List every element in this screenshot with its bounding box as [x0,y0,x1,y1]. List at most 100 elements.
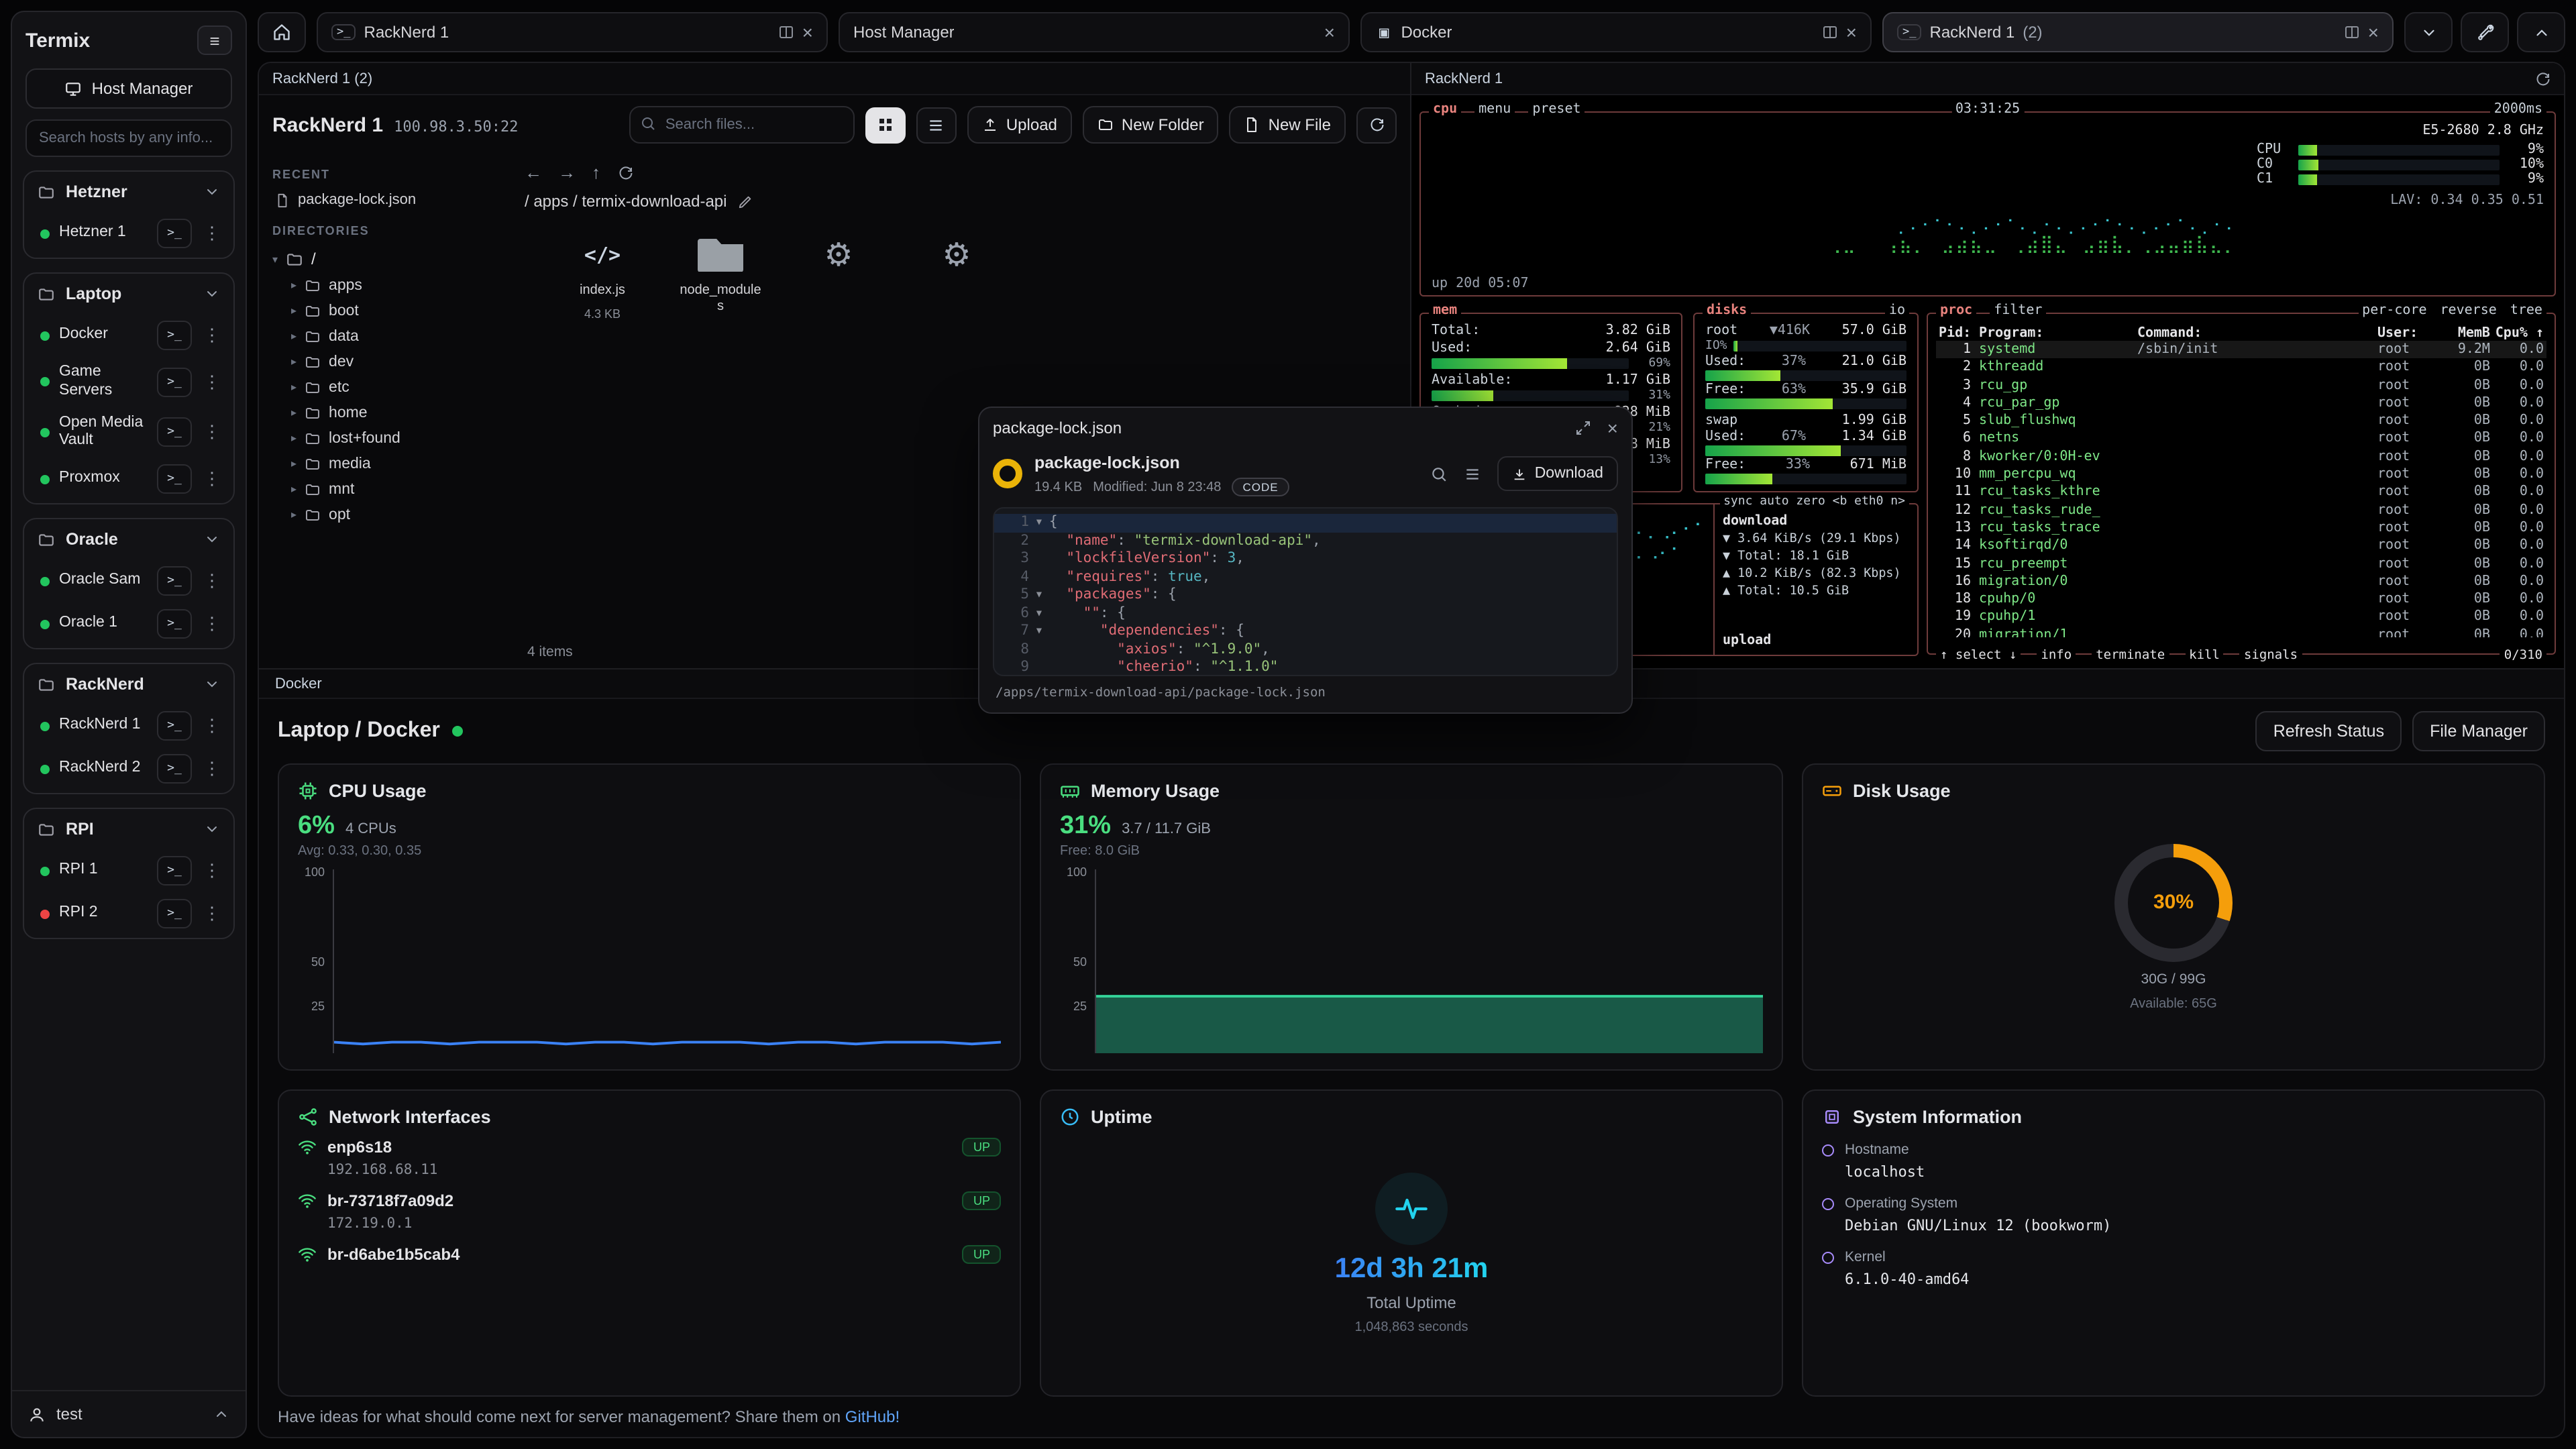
chevron-down-icon[interactable] [204,184,220,200]
sidebar-menu-button[interactable]: ≡ [197,25,232,55]
host-terminal-button[interactable]: >_ [157,856,192,885]
host-menu-button[interactable]: ⋮ [201,899,223,928]
tree-directory[interactable]: ▸ etc [272,374,495,400]
tree-directory[interactable]: ▸ apps [272,272,495,298]
tab[interactable]: RackNerd 1 (2) × [1882,12,2394,52]
refresh-button[interactable] [1356,107,1397,143]
process-row[interactable]: 10 mm_percpu_wq root 0B 0.0 [1936,466,2546,484]
split-view-icon[interactable] [778,24,794,40]
group-header[interactable]: Laptop [24,274,233,314]
tree-root[interactable]: ▾ / [272,246,495,272]
host-search-input[interactable] [25,119,232,157]
host-terminal-button[interactable]: >_ [157,566,192,596]
host-item[interactable]: RPI 1 >_ ⋮ [24,849,233,892]
split-view-icon[interactable] [1822,24,1838,40]
process-row[interactable]: 11 rcu_tasks_kthre root 0B 0.0 [1936,484,2546,502]
reconnect-icon[interactable] [2534,70,2551,87]
home-button[interactable] [258,12,306,52]
file-search-input[interactable] [629,106,855,144]
edit-path-icon[interactable] [738,194,753,209]
process-row[interactable]: 2 kthreadd root 0B 0.0 [1936,359,2546,377]
list-view-button[interactable] [916,107,957,143]
group-header[interactable]: Oracle [24,519,233,559]
file-tile[interactable]: node_modules [678,235,763,322]
host-menu-button[interactable]: ⋮ [201,754,223,784]
process-row[interactable]: 13 rcu_tasks_trace root 0B 0.0 [1936,519,2546,537]
upload-button[interactable]: Upload [967,106,1072,144]
back-button[interactable]: ← [525,162,542,182]
host-terminal-button[interactable]: >_ [157,368,192,397]
process-row[interactable]: 19 cpuhp/1 root 0B 0.0 [1936,608,2546,627]
process-row[interactable]: 6 netns root 0B 0.0 [1936,430,2546,448]
tab[interactable]: Docker × [1360,12,1872,52]
tab-close-icon[interactable]: × [802,23,813,42]
group-header[interactable]: RackNerd [24,664,233,704]
file-tile[interactable]: index.js 4.3 KB [559,235,645,322]
tools-button[interactable] [2461,12,2509,52]
forward-button[interactable]: → [558,162,576,182]
new-file-button[interactable]: New File [1230,106,1346,144]
up-button[interactable]: ↑ [592,162,600,182]
host-menu-button[interactable]: ⋮ [201,418,223,447]
host-menu-button[interactable]: ⋮ [201,464,223,494]
file-manager-button[interactable]: File Manager [2412,711,2545,751]
group-header[interactable]: Hetzner [24,172,233,212]
tree-directory[interactable]: ▸ media [272,451,495,476]
new-folder-button[interactable]: New Folder [1083,106,1219,144]
host-terminal-button[interactable]: >_ [157,711,192,741]
host-menu-button[interactable]: ⋮ [201,219,223,248]
chevron-down-icon[interactable] [204,676,220,692]
view-mode-icon[interactable] [1464,465,1481,482]
chevron-down-icon[interactable] [204,821,220,837]
process-row[interactable]: 15 rcu_preempt root 0B 0.0 [1936,555,2546,573]
process-row[interactable]: 4 rcu_par_gp root 0B 0.0 [1936,394,2546,413]
host-item[interactable]: RPI 2 >_ ⋮ [24,892,233,935]
search-icon[interactable] [1430,465,1448,482]
tree-directory[interactable]: ▸ lost+found [272,425,495,451]
host-terminal-button[interactable]: >_ [157,464,192,494]
tree-directory[interactable]: ▸ opt [272,502,495,527]
tab-close-icon[interactable]: × [1846,23,1857,42]
refresh-status-button[interactable]: Refresh Status [2256,711,2402,751]
download-button[interactable]: Download [1497,456,1618,491]
host-item[interactable]: Hetzner 1 >_ ⋮ [24,212,233,255]
host-menu-button[interactable]: ⋮ [201,321,223,350]
recent-file[interactable]: package-lock.json [272,189,495,211]
split-view-icon[interactable] [2344,24,2360,40]
process-row[interactable]: 3 rcu_gp root 0B 0.0 [1936,376,2546,394]
tree-directory[interactable]: ▸ data [272,323,495,349]
host-menu-button[interactable]: ⋮ [201,856,223,885]
tree-directory[interactable]: ▸ boot [272,298,495,323]
host-item[interactable]: Proxmox >_ ⋮ [24,458,233,500]
process-row[interactable]: 5 slub_flushwq root 0B 0.0 [1936,412,2546,430]
code-preview[interactable]: 1▾{2 "name": "termix-download-api",3 "lo… [993,507,1618,676]
user-menu[interactable]: test [12,1390,246,1437]
expand-icon[interactable] [1575,420,1591,436]
tab-close-icon[interactable]: × [2368,23,2379,42]
file-tile[interactable] [914,235,1000,322]
tree-directory[interactable]: ▸ mnt [272,476,495,502]
host-menu-button[interactable]: ⋮ [201,609,223,639]
tab-list-button[interactable] [2404,12,2453,52]
host-terminal-button[interactable]: >_ [157,321,192,350]
host-menu-button[interactable]: ⋮ [201,368,223,397]
host-item[interactable]: RackNerd 2 >_ ⋮ [24,747,233,790]
tab[interactable]: Host Manager × [839,12,1350,52]
tree-directory[interactable]: ▸ home [272,400,495,425]
host-item[interactable]: Open Media Vault >_ ⋮ [24,407,233,458]
process-row[interactable]: 20 migration/1 root 0B 0.0 [1936,627,2546,638]
host-terminal-button[interactable]: >_ [157,219,192,248]
host-terminal-button[interactable]: >_ [157,609,192,639]
close-icon[interactable]: × [1607,417,1618,439]
github-link[interactable]: GitHub! [845,1407,900,1426]
host-item[interactable]: Game Servers >_ ⋮ [24,357,233,407]
process-row[interactable]: 14 ksoftirqd/0 root 0B 0.0 [1936,537,2546,555]
process-row[interactable]: 18 cpuhp/0 root 0B 0.0 [1936,590,2546,608]
host-terminal-button[interactable]: >_ [157,418,192,447]
tab[interactable]: RackNerd 1 × [317,12,828,52]
host-terminal-button[interactable]: >_ [157,899,192,928]
host-item[interactable]: RackNerd 1 >_ ⋮ [24,704,233,747]
chevron-down-icon[interactable] [204,531,220,547]
host-terminal-button[interactable]: >_ [157,754,192,784]
chevron-down-icon[interactable] [204,286,220,302]
